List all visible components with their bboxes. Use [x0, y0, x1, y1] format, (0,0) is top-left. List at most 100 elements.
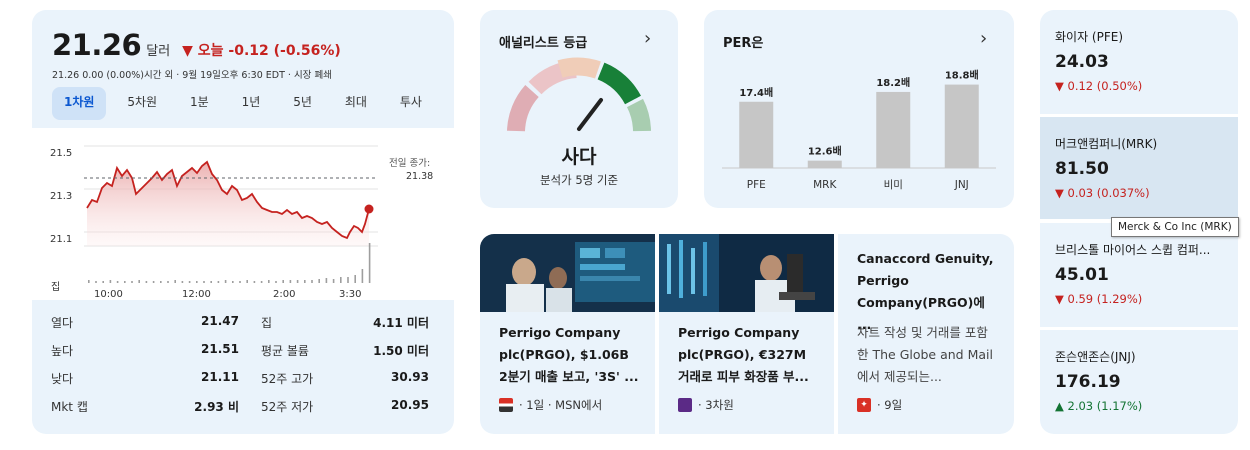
stats-row: 열다 21.47 집 4.11 미터: [51, 314, 434, 342]
tab-1y[interactable]: 1년: [230, 87, 273, 120]
volume-bar: [232, 281, 234, 283]
volume-bar: [109, 280, 112, 283]
volume-bar: [268, 280, 270, 283]
tab-invest[interactable]: 투사: [388, 87, 434, 120]
analyst-rating-card[interactable]: 애널리스트 등급 › 사다 분석가 5명 기준: [480, 10, 678, 208]
related-ticker-mrk[interactable]: 머크앤컴퍼니(MRK) 81.50 ▼ 0.03 (0.037%): [1040, 117, 1238, 219]
tab-1m[interactable]: 1분: [178, 87, 221, 120]
pe-ratio-card[interactable]: PER은 › 17.4배 PFE 12.6배 MRK 18.2배 비미 18.8배 JNJ: [704, 10, 1014, 208]
stats-row: 낮다 21.11 52주 고가 30.93: [51, 370, 434, 398]
stat-value: 4.11 미터: [373, 316, 429, 330]
news-title[interactable]: Perrigo Company plc(PRGO), $1.06B 2분기 매출…: [499, 322, 639, 388]
volume-bar: [275, 281, 277, 283]
globe-and-mail-icon: ✦: [857, 398, 871, 412]
gauge-needle: [577, 98, 603, 131]
ticker-change: ▼ 0.12 (0.50%): [1055, 79, 1143, 93]
x-tick-label: 10:00: [94, 289, 123, 300]
volume-bar: [210, 281, 212, 283]
ticker-name: 화이자 (PFE): [1055, 30, 1124, 44]
volume-bar: [347, 277, 349, 283]
stat-value: 21.11: [201, 370, 239, 384]
per-bar-label: 18.8배: [945, 69, 979, 82]
related-ticker-bmy[interactable]: 브리스톨 마이어스 스큅 컴퍼... 45.01 ▼ 0.59 (1.29%): [1040, 223, 1238, 327]
volume-bar: [88, 280, 90, 283]
volume-bar: [102, 281, 104, 283]
rating-subtitle: 분석가 5명 기준: [539, 173, 619, 187]
price-change: ▼ 오늘 -0.12 (-0.56%): [182, 43, 341, 59]
volume-bar: [167, 281, 169, 283]
range-tabs: 1차원 5차원 1분 1년 5년 최대 투사: [52, 87, 434, 120]
news-title[interactable]: Perrigo Company plc(PRGO), €327M 거래로 피부 …: [678, 322, 818, 388]
ticker-change: ▲ 2.03 (1.17%): [1055, 399, 1143, 413]
volume-label: 집: [51, 281, 60, 293]
volume-bar: [188, 281, 191, 283]
rating-gauge: [507, 57, 651, 132]
price-unit: 달러: [146, 44, 171, 59]
tab-5y[interactable]: 5년: [281, 87, 324, 120]
related-ticker-pfe[interactable]: 화이자 (PFE) 24.03 ▼ 0.12 (0.50%): [1040, 10, 1238, 114]
gauge-segment-strong-buy: [626, 98, 651, 132]
last-price-dot: [364, 204, 374, 214]
stats-row: Mkt 캡 2.93 비 52주 저가 20.95: [51, 398, 434, 426]
ticker-tooltip: Merck & Co Inc (MRK): [1111, 217, 1239, 237]
volume-bar: [239, 281, 241, 283]
per-category-label: MRK: [813, 179, 837, 191]
stat-label: 평균 볼륨: [261, 344, 309, 358]
news-thumbnail: [480, 234, 655, 312]
tab-5d[interactable]: 5차원: [115, 87, 169, 120]
news-meta: · 3차원: [678, 397, 734, 413]
volume-bar: [181, 281, 184, 283]
volume-bar: [124, 281, 126, 283]
stat-value: 21.47: [201, 314, 239, 328]
per-bar[interactable]: [739, 101, 774, 168]
per-bar[interactable]: [807, 160, 842, 168]
stats-table: 열다 21.47 집 4.11 미터 높다 21.51 평균 볼륨 1.50 미…: [51, 314, 434, 426]
news-meta-text: · 9일: [877, 398, 903, 412]
tab-max[interactable]: 최대: [333, 87, 379, 120]
msn-source-icon: [499, 398, 513, 412]
y-tick-label: 21.1: [50, 234, 72, 245]
news-meta: ✦ · 9일: [857, 397, 902, 413]
tab-1d[interactable]: 1차원: [52, 87, 107, 120]
volume-bar: [138, 280, 140, 283]
after-hours-info: 21.26 0.00 (0.00%)시간 외 · 9월 19일오후 6:30 E…: [52, 70, 332, 81]
volume-bar: [368, 243, 371, 283]
volume-bar: [318, 279, 320, 283]
prev-close-label: 전일 종가:: [389, 158, 430, 169]
volume-bar: [332, 279, 335, 283]
news-card[interactable]: Perrigo Company plc(PRGO), €327M 거래로 피부 …: [659, 234, 834, 434]
volume-bar: [174, 280, 176, 283]
per-bar[interactable]: [876, 91, 911, 168]
volume-bar: [340, 277, 342, 283]
volume-bar: [354, 275, 356, 283]
price-row: 21.26 달러 ▼ 오늘 -0.12 (-0.56%): [52, 28, 341, 62]
stat-label: 낮다: [51, 372, 74, 386]
news-card[interactable]: Perrigo Company plc(PRGO), $1.06B 2분기 매출…: [480, 234, 655, 434]
volume-bar: [296, 280, 299, 283]
per-bar[interactable]: [944, 84, 979, 168]
ticker-name: 존슨앤존슨(JNJ): [1055, 350, 1136, 364]
y-tick-label: 21.5: [50, 148, 72, 159]
stat-label: 열다: [51, 316, 74, 330]
volume-bar: [325, 278, 328, 283]
news-meta: · 1일 · MSN에서: [499, 397, 602, 413]
volume-bar: [304, 280, 306, 283]
stat-label: 52주 고가: [261, 372, 314, 386]
ticker-price: 81.50: [1055, 159, 1109, 179]
news-card[interactable]: Canaccord Genuity, Perrigo Company(PRGO)…: [838, 234, 1014, 434]
volume-bar: [152, 281, 155, 283]
x-tick-label: 2:00: [273, 289, 295, 300]
x-tick-label: 3:30: [339, 289, 361, 300]
ticker-change: ▼ 0.03 (0.037%): [1055, 186, 1150, 200]
volume-bar: [196, 281, 198, 283]
price-chart[interactable]: 21.5 21.3 21.1 전일 종가: 21.38 집 10:00 12:0…: [32, 128, 454, 300]
per-bar-chart: 17.4배 PFE 12.6배 MRK 18.2배비미 18.8배 JNJ: [722, 69, 996, 191]
related-ticker-jnj[interactable]: 존슨앤존슨(JNJ) 176.19 ▲ 2.03 (1.17%): [1040, 330, 1238, 434]
volume-bar: [95, 281, 97, 283]
volume-bar: [260, 281, 263, 283]
source-icon: [678, 398, 692, 412]
per-category-label: PFE: [747, 179, 766, 191]
prev-close-value: 21.38: [406, 171, 433, 182]
ticker-name: 머크앤컴퍼니(MRK): [1055, 137, 1158, 151]
news-meta-text: · 3차원: [698, 398, 734, 412]
